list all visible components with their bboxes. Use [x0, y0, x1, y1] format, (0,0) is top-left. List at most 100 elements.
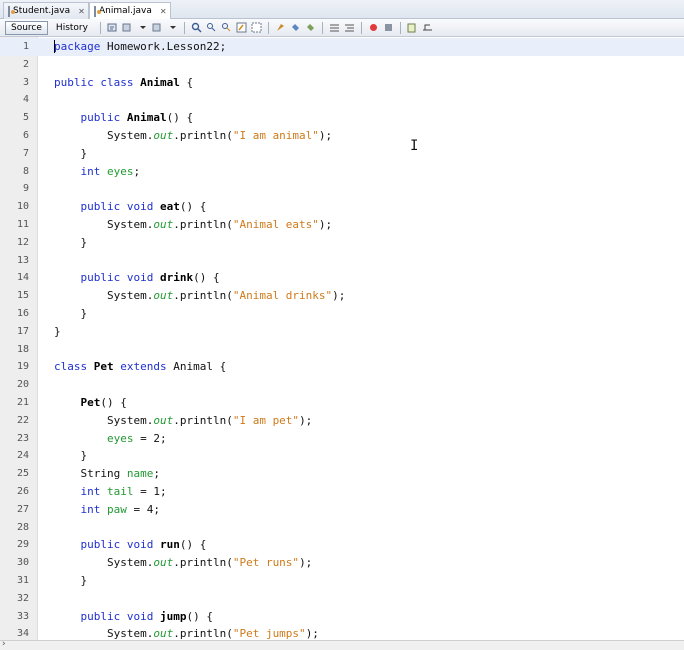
- code-token: int: [54, 502, 107, 516]
- code-line[interactable]: 34 System.out.println("Pet jumps");: [0, 625, 684, 640]
- code-token: .println(: [173, 627, 233, 640]
- tab-animal-java[interactable]: Animal.java ✕: [89, 2, 171, 19]
- code-token: ;: [153, 467, 160, 481]
- code-token: () {: [100, 396, 127, 409]
- start-macro-icon[interactable]: [368, 22, 379, 33]
- code-token: = 1;: [133, 485, 167, 498]
- toolbar-separator: [99, 21, 101, 34]
- code-line[interactable]: 1 package Homework.Lesson22;: [0, 38, 684, 56]
- code-line[interactable]: 5 public Animal() {: [0, 109, 684, 127]
- code-line[interactable]: 30 System.out.println("Pet runs");: [0, 554, 684, 572]
- horizontal-scrollbar[interactable]: ›: [0, 639, 684, 650]
- code-line[interactable]: 23 eyes = 2;: [0, 430, 684, 448]
- source-tab-button[interactable]: Source: [5, 20, 48, 35]
- code-line[interactable]: 12 }: [0, 234, 684, 252]
- shift-left-icon[interactable]: [329, 22, 340, 33]
- line-number: 31: [16, 575, 29, 586]
- code-token: }: [54, 146, 88, 160]
- uncomment-icon[interactable]: [422, 22, 433, 33]
- code-line[interactable]: 22 System.out.println("I am pet");: [0, 412, 684, 430]
- code-line[interactable]: 28: [0, 519, 684, 537]
- code-line[interactable]: 10 public void eat() {: [0, 198, 684, 216]
- scroll-right-arrow-icon[interactable]: ›: [2, 639, 6, 649]
- code-line[interactable]: 25 String name;: [0, 465, 684, 483]
- code-line[interactable]: 21 Pet() {: [0, 394, 684, 412]
- code-line[interactable]: 9: [0, 180, 684, 198]
- stop-macro-icon[interactable]: [383, 22, 394, 33]
- find-previous-icon[interactable]: [206, 22, 217, 33]
- code-line[interactable]: 2: [0, 56, 684, 74]
- line-number: 6: [22, 130, 29, 141]
- code-line[interactable]: 27 int paw = 4;: [0, 501, 684, 519]
- code-line[interactable]: 17}: [0, 323, 684, 341]
- code-token: out: [153, 627, 174, 640]
- code-line[interactable]: 19 class Pet extends Animal {: [0, 358, 684, 376]
- dropdown-arrow-icon[interactable]: [137, 22, 148, 33]
- close-tab-icon[interactable]: ✕: [78, 7, 85, 16]
- find-icon[interactable]: [191, 22, 202, 33]
- code-token: run: [159, 538, 180, 552]
- code-token: }: [54, 449, 88, 463]
- code-token: }: [54, 307, 88, 320]
- toggle-highlight-icon[interactable]: [236, 22, 247, 33]
- code-line[interactable]: 20: [0, 376, 684, 394]
- code-line[interactable]: 32: [0, 590, 684, 608]
- line-number: 7: [22, 147, 29, 159]
- code-line[interactable]: 14 public void drink() {: [0, 269, 684, 287]
- code-line[interactable]: 26 int tail = 1;: [0, 483, 684, 501]
- code-line[interactable]: 15 System.out.println("Animal drinks");: [0, 287, 684, 305]
- last-edit-icon[interactable]: [107, 22, 118, 33]
- code-line[interactable]: 8 int eyes;: [0, 163, 684, 181]
- code-editor[interactable]: 1 package Homework.Lesson22; 2 3 public clas…: [0, 37, 684, 640]
- code-line[interactable]: 3 public class Animal {: [0, 74, 684, 92]
- code-line[interactable]: 24 }: [0, 447, 684, 465]
- code-line[interactable]: 31 }: [0, 572, 684, 590]
- code-line[interactable]: 29 public void run() {: [0, 536, 684, 554]
- toggle-bookmark-icon[interactable]: [305, 22, 316, 33]
- line-number: 9: [22, 183, 29, 195]
- code-token: .println(: [173, 556, 233, 570]
- close-tab-icon[interactable]: ✕: [160, 7, 167, 16]
- tab-label: Student.java: [13, 6, 71, 16]
- code-line[interactable]: 33 public void jump() {: [0, 608, 684, 626]
- code-line[interactable]: 7 }: [0, 145, 684, 163]
- code-text: public Animal() {: [54, 109, 193, 127]
- line-number: 34: [16, 628, 29, 640]
- code-line[interactable]: 4: [0, 91, 684, 109]
- code-token: }: [54, 574, 88, 587]
- tab-student-java[interactable]: Student.java ✕: [3, 2, 89, 19]
- code-line[interactable]: 18: [0, 341, 684, 359]
- code-token: out: [153, 129, 174, 142]
- code-token: );: [299, 556, 313, 570]
- code-token: public void: [54, 609, 160, 623]
- code-token: "Animal eats": [232, 218, 319, 231]
- comment-icon[interactable]: [407, 22, 418, 33]
- dropdown-arrow-icon[interactable]: [167, 22, 178, 33]
- previous-bookmark-icon[interactable]: [275, 22, 286, 33]
- forward-icon[interactable]: [152, 22, 163, 33]
- code-line[interactable]: 16 }: [0, 305, 684, 323]
- find-next-icon[interactable]: [221, 22, 232, 33]
- code-line[interactable]: 13: [0, 252, 684, 270]
- code-text: int eyes;: [54, 163, 140, 181]
- code-line[interactable]: 11 System.out.println("Animal eats");: [0, 216, 684, 234]
- line-number: 27: [16, 503, 29, 515]
- code-token: () {: [193, 271, 220, 285]
- code-text: }: [54, 572, 87, 590]
- code-token: tail: [106, 485, 134, 498]
- code-token: System.: [54, 129, 154, 142]
- code-token: public void: [54, 200, 160, 214]
- code-token: = 2;: [133, 431, 167, 445]
- code-token: .println(: [173, 129, 233, 142]
- next-bookmark-icon[interactable]: [290, 22, 301, 33]
- line-number: 23: [16, 432, 29, 444]
- line-number: 24: [16, 450, 29, 462]
- code-token: out: [153, 556, 174, 570]
- toggle-selection-icon[interactable]: [251, 22, 262, 33]
- shift-right-icon[interactable]: [344, 22, 355, 33]
- line-number: 21: [16, 397, 29, 408]
- code-line[interactable]: 6 System.out.println("I am animal");: [0, 127, 684, 145]
- back-icon[interactable]: [122, 22, 133, 33]
- history-tab-button[interactable]: History: [50, 21, 94, 35]
